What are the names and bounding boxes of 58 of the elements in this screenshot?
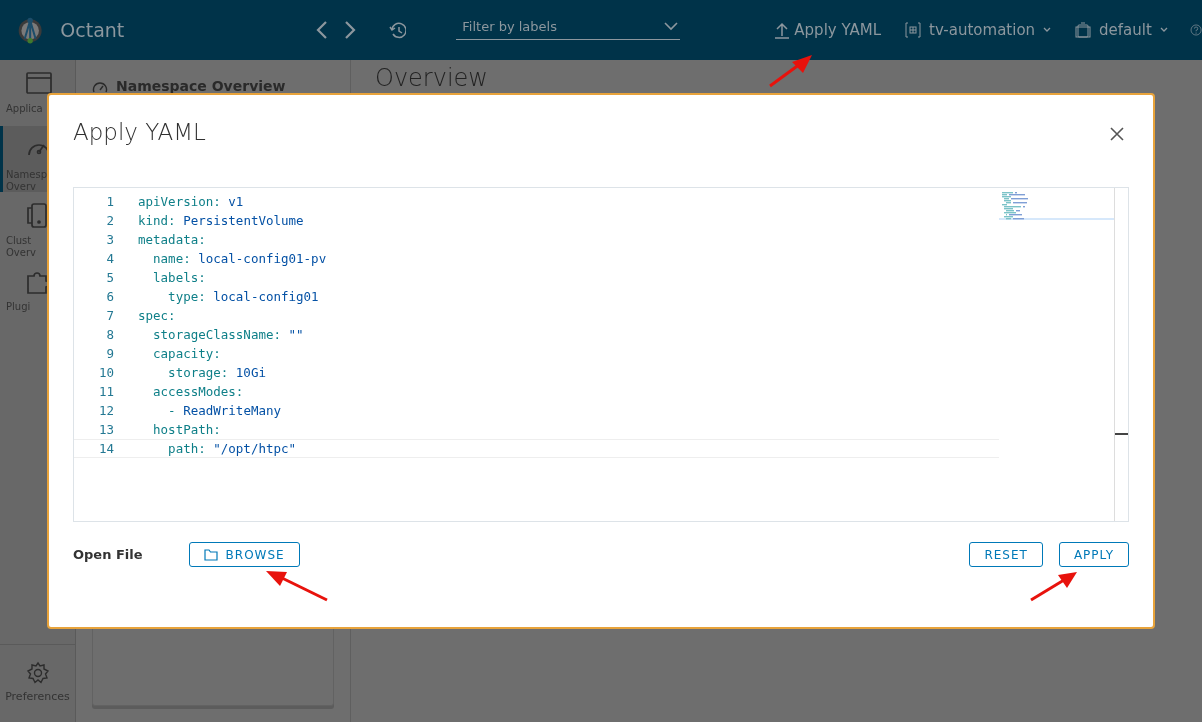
- code-line: metadata:: [138, 231, 207, 249]
- code-line: kind: PersistentVolume: [138, 212, 305, 230]
- pointer-arrow: [769, 55, 812, 88]
- line-number: 1: [105, 193, 115, 211]
- line-number: 12: [97, 402, 115, 420]
- code-line: labels:: [152, 269, 207, 287]
- pointer-arrow: [1030, 572, 1077, 602]
- dropdown-button[interactable]: tv-automation: [905, 18, 1052, 42]
- line-number: 11: [97, 383, 115, 401]
- line-number: 8: [105, 326, 115, 344]
- line-number: 9: [105, 345, 115, 363]
- code-line: name: local-config01-pv: [152, 250, 328, 268]
- code-line: capacity:: [152, 345, 222, 363]
- code-line: type: local-config01: [167, 288, 320, 306]
- line-number: 7: [105, 307, 115, 325]
- reset-button[interactable]: RESET: [969, 542, 1043, 567]
- app-title: Octant: [60, 17, 125, 43]
- page-heading: Overview: [375, 66, 488, 90]
- close-icon: [1109, 125, 1125, 142]
- dialog-title: Apply YAML: [73, 119, 206, 147]
- line-number: 6: [105, 288, 115, 306]
- caret-icon: [1043, 27, 1052, 33]
- cluster-icon: [1075, 22, 1092, 38]
- code-line: storage: 10Gi: [167, 364, 267, 382]
- folder-icon: [203, 548, 218, 561]
- panel-title-text: Namespace Overview: [116, 77, 286, 96]
- upload-icon: [774, 21, 791, 39]
- code-line: spec:: [138, 307, 177, 325]
- window-icon: [25, 70, 53, 97]
- code-line: storageClassName: "": [152, 326, 305, 344]
- caret-icon: [1159, 27, 1168, 33]
- history-icon[interactable]: [388, 21, 407, 39]
- code-line: - ReadWriteMany: [167, 402, 282, 420]
- scrollbar[interactable]: [1114, 188, 1128, 521]
- current-code-line: path: "/opt/htpc": [138, 439, 999, 458]
- line-number: 4: [105, 250, 115, 268]
- line-number: 14: [74, 439, 138, 458]
- code-line: hostPath:: [152, 421, 222, 439]
- code-line: accessModes:: [152, 383, 245, 401]
- filter-field[interactable]: Filter by labels: [456, 15, 681, 40]
- line-number: 13: [97, 421, 115, 439]
- open-file-label: Open File: [73, 545, 143, 564]
- gauge-icon: [92, 79, 108, 94]
- chevron-down-icon[interactable]: [664, 21, 679, 32]
- gear-icon: [25, 661, 50, 686]
- help-icon[interactable]: [1189, 21, 1202, 39]
- dropdown-button[interactable]: default: [1075, 18, 1168, 42]
- line-number: 2: [105, 212, 115, 230]
- code-line: apiVersion: v1: [138, 193, 245, 211]
- browse-button[interactable]: BROWSE: [188, 542, 300, 567]
- back-icon[interactable]: [314, 19, 329, 41]
- pointer-arrow: [266, 571, 328, 602]
- namespace-icon: [905, 22, 921, 38]
- apply-yaml-link[interactable]: Apply YAML: [774, 18, 881, 42]
- line-number: 3: [105, 231, 115, 249]
- apply-button[interactable]: APPLY: [1058, 542, 1129, 567]
- line-number: 10: [97, 364, 115, 382]
- line-number: 5: [105, 269, 115, 287]
